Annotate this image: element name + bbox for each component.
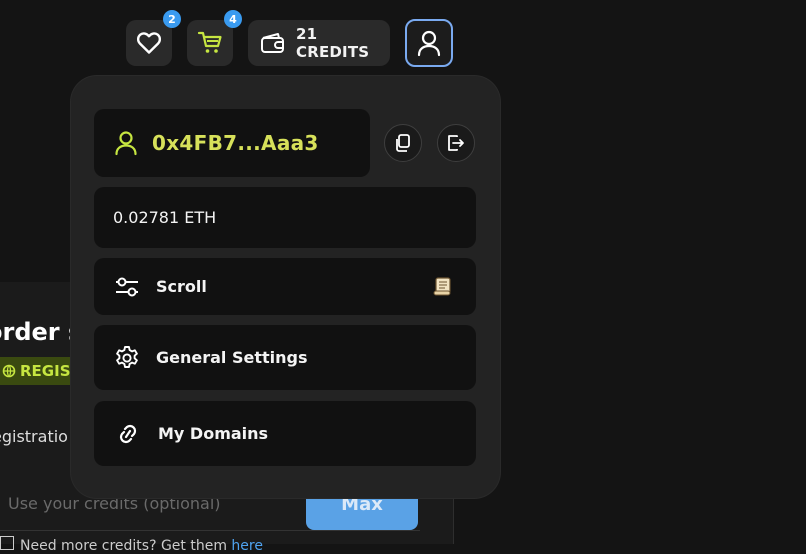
- user-icon: [416, 29, 442, 57]
- scroll-emoji-icon: [432, 275, 454, 297]
- wallet-icon: [260, 32, 286, 54]
- order-summary-title: order s: [0, 318, 82, 346]
- menu-item-label: General Settings: [156, 348, 308, 367]
- eth-balance: 0.02781 ETH: [94, 187, 476, 248]
- cart-count-badge: 4: [224, 10, 242, 28]
- wishlist-button[interactable]: 2: [126, 10, 181, 66]
- sliders-icon: [114, 275, 140, 299]
- wallet-address: 0x4FB7...Aaa3: [152, 131, 319, 155]
- heart-icon: [136, 31, 162, 55]
- credits-note-text: Need more credits? Get them: [20, 538, 227, 554]
- user-icon: [114, 130, 138, 156]
- cart-icon: [197, 30, 223, 56]
- gear-icon: [114, 345, 140, 371]
- credits-button[interactable]: 21 CREDITS: [248, 20, 390, 66]
- copy-address-button[interactable]: [384, 124, 422, 162]
- copy-icon: [394, 133, 412, 153]
- registration-text: egistratio: [0, 427, 68, 446]
- credits-label: 21 CREDITS: [296, 25, 370, 61]
- menu-item-label: My Domains: [158, 424, 269, 443]
- wallet-address-box[interactable]: 0x4FB7...Aaa3: [94, 109, 370, 177]
- logout-icon: [446, 134, 466, 152]
- grid-icon: [0, 536, 14, 550]
- globe-icon: [2, 364, 16, 378]
- link-icon: [114, 422, 142, 446]
- menu-item-scroll[interactable]: Scroll: [94, 258, 476, 315]
- cart-button[interactable]: 4: [187, 10, 242, 66]
- wishlist-count-badge: 2: [163, 10, 181, 28]
- logout-button[interactable]: [437, 124, 475, 162]
- credits-note-link[interactable]: here: [231, 538, 263, 554]
- menu-item-label: Scroll: [156, 277, 207, 296]
- credits-note: Need more credits? Get them here: [0, 536, 263, 554]
- profile-button[interactable]: [405, 19, 453, 67]
- menu-item-my-domains[interactable]: My Domains: [94, 401, 476, 466]
- divider: [0, 530, 420, 531]
- menu-item-general-settings[interactable]: General Settings: [94, 325, 476, 390]
- account-dropdown: 0x4FB7...Aaa3 0.02781 ETH Scroll General…: [71, 76, 500, 498]
